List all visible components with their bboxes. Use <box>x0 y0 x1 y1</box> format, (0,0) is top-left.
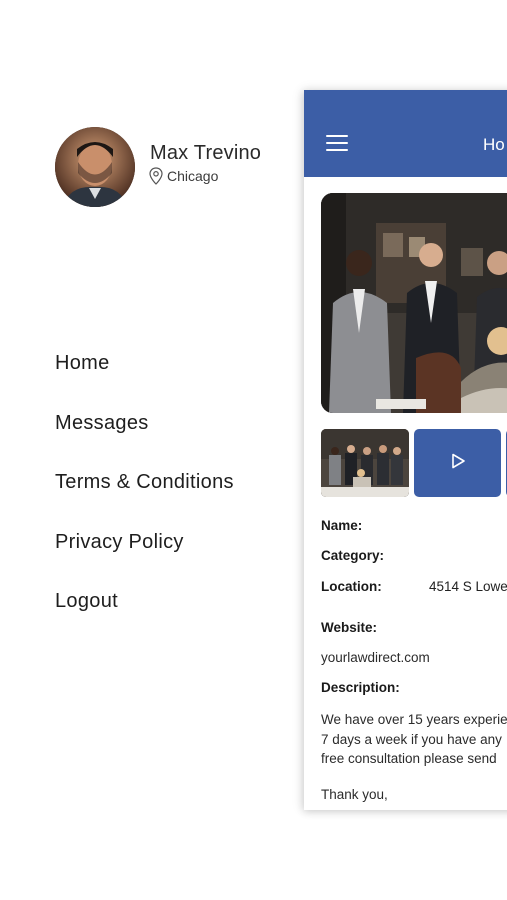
top-bar: Ho <box>304 90 507 177</box>
profile-header: Max Trevino Chicago <box>55 127 295 207</box>
menu-item-home[interactable]: Home <box>55 350 234 410</box>
description-line: 7 days a week if you have any <box>321 731 502 747</box>
profile-location-text: Chicago <box>167 168 219 184</box>
location-value: 4514 S Lowe <box>429 579 507 594</box>
menu-item-privacy[interactable]: Privacy Policy <box>55 529 234 589</box>
closing-text: Thank you, <box>321 787 388 802</box>
hero-photo[interactable] <box>321 193 507 413</box>
description-text: We have over 15 years experie 7 days a w… <box>321 710 507 769</box>
page-title: Ho <box>483 135 505 154</box>
website-link[interactable]: yourlawdirect.com <box>321 650 430 665</box>
pin-icon <box>149 167 163 185</box>
menu-item-messages[interactable]: Messages <box>55 410 234 470</box>
location-label: Location: <box>321 579 382 594</box>
category-label: Category: <box>321 548 385 563</box>
hamburger-icon[interactable] <box>326 135 348 151</box>
menu-item-terms[interactable]: Terms & Conditions <box>55 469 234 529</box>
app-panel[interactable]: Ho Name: Category: Location: 4514 S Lowe… <box>304 90 507 810</box>
website-label: Website: <box>321 620 378 635</box>
description-line: free consultation please send <box>321 751 497 766</box>
name-label: Name: <box>321 518 363 533</box>
drawer-menu: Home Messages Terms & Conditions Privacy… <box>55 350 234 648</box>
profile-location: Chicago <box>149 167 218 185</box>
video-play-button[interactable] <box>414 429 501 497</box>
menu-item-logout[interactable]: Logout <box>55 588 234 648</box>
play-icon <box>449 452 467 475</box>
description-line: We have over 15 years experie <box>321 712 507 727</box>
media-thumbnails <box>321 429 507 497</box>
description-label: Description: <box>321 680 400 695</box>
profile-name: Max Trevino <box>150 142 262 164</box>
thumbnail-photo[interactable] <box>321 429 409 497</box>
avatar[interactable] <box>55 127 135 207</box>
